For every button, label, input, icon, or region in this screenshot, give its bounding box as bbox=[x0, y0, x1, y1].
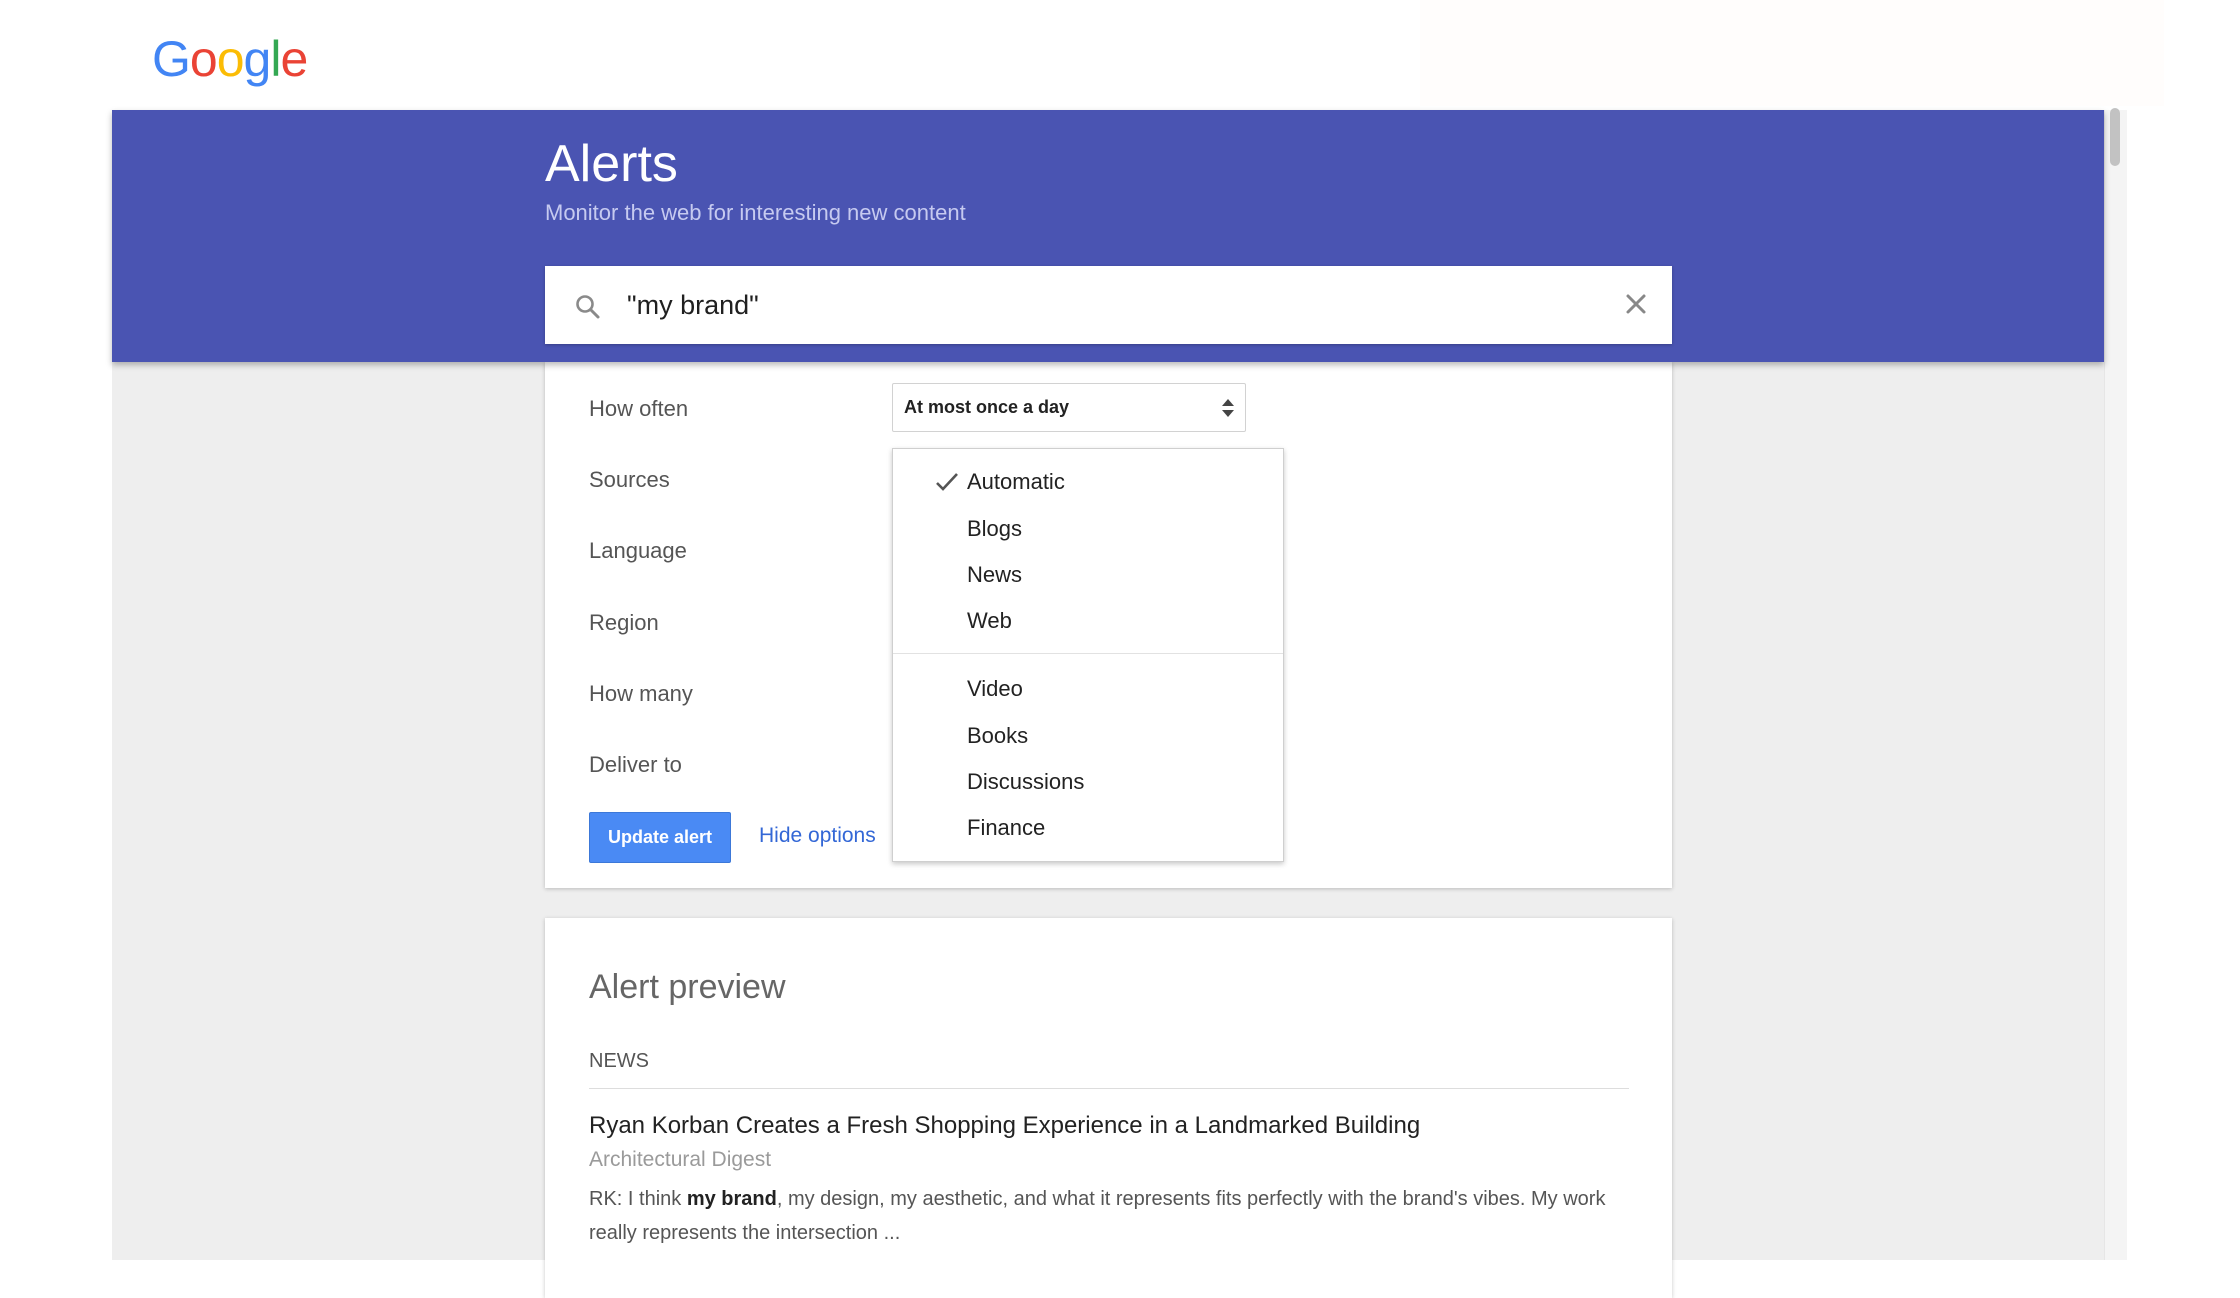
logo-letter: G bbox=[152, 31, 191, 87]
sources-option-blogs[interactable]: Blogs bbox=[967, 516, 1022, 542]
logo-letter: e bbox=[280, 31, 308, 87]
logo-letter: o bbox=[189, 31, 218, 87]
check-icon bbox=[935, 472, 959, 497]
select-arrows-icon bbox=[1221, 398, 1235, 423]
preview-divider bbox=[589, 1088, 1629, 1089]
snippet-text: RK: I think bbox=[589, 1188, 687, 1210]
how-often-select[interactable]: At most once a day bbox=[892, 383, 1246, 432]
option-label-how-often: How often bbox=[589, 396, 689, 421]
snippet-highlight: my brand bbox=[686, 1188, 777, 1210]
preview-section-label: NEWS bbox=[589, 1050, 649, 1072]
sources-dropdown-menu: Automatic Blogs News Web Video Books Dis… bbox=[892, 448, 1284, 862]
alert-query-input[interactable]: "my brand" bbox=[545, 266, 1672, 344]
option-label-how-many: How many bbox=[589, 681, 693, 706]
alerts-header: Alerts Monitor the web for interesting n… bbox=[112, 110, 2104, 362]
close-icon[interactable] bbox=[1624, 292, 1648, 321]
sources-option-video[interactable]: Video bbox=[967, 676, 1023, 702]
alert-options-panel: How often Sources Language Region How ma… bbox=[545, 362, 1672, 888]
option-label-region: Region bbox=[589, 610, 659, 635]
page-title: Alerts bbox=[545, 135, 678, 193]
logo-letter: o bbox=[216, 31, 245, 87]
scrollbar-track[interactable] bbox=[2104, 110, 2127, 1260]
update-alert-button[interactable]: Update alert bbox=[589, 812, 731, 863]
article-title-link[interactable]: Ryan Korban Creates a Fresh Shopping Exp… bbox=[589, 1112, 1420, 1140]
search-icon bbox=[575, 294, 601, 325]
page-subtitle: Monitor the web for interesting new cont… bbox=[545, 200, 966, 225]
how-often-value: At most once a day bbox=[904, 397, 1070, 417]
option-label-language: Language bbox=[589, 538, 687, 563]
preview-title: Alert preview bbox=[589, 968, 786, 1006]
sources-option-books[interactable]: Books bbox=[967, 723, 1028, 749]
article-source: Architectural Digest bbox=[589, 1148, 772, 1171]
sources-option-automatic[interactable]: Automatic bbox=[967, 469, 1065, 495]
option-label-deliver-to: Deliver to bbox=[589, 752, 682, 777]
logo-letter: g bbox=[243, 31, 272, 87]
sources-option-news[interactable]: News bbox=[967, 562, 1022, 588]
option-label-sources: Sources bbox=[589, 467, 670, 492]
article-snippet: RK: I think my brand, my design, my aest… bbox=[589, 1182, 1639, 1250]
top-bar-area bbox=[1420, 0, 2164, 106]
scrollbar-thumb[interactable] bbox=[2110, 108, 2120, 166]
sources-option-finance[interactable]: Finance bbox=[967, 815, 1045, 841]
logo-letter: l bbox=[270, 31, 281, 87]
hide-options-link[interactable]: Hide options bbox=[759, 824, 876, 848]
sources-option-discussions[interactable]: Discussions bbox=[967, 769, 1084, 795]
sources-option-web[interactable]: Web bbox=[967, 608, 1012, 634]
alert-query-text[interactable]: "my brand" bbox=[627, 290, 759, 321]
alert-preview-panel: Alert preview NEWS Ryan Korban Creates a… bbox=[545, 918, 1672, 1298]
google-logo[interactable]: Google bbox=[152, 30, 308, 88]
menu-divider bbox=[893, 653, 1283, 654]
